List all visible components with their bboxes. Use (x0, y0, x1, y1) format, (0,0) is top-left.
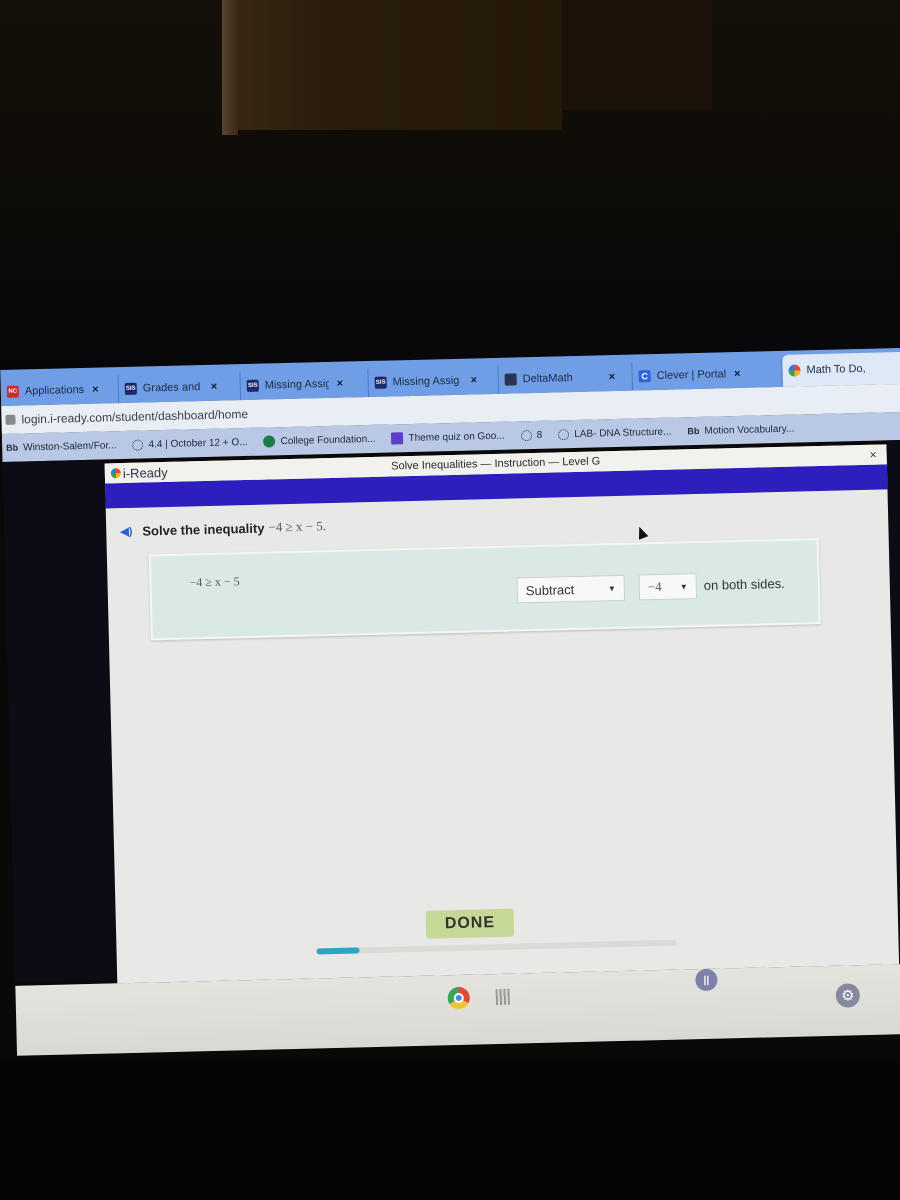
photo-background-wall (562, 0, 712, 110)
bookmark-label: LAB- DNA Structure... (574, 426, 672, 440)
close-tab-icon[interactable]: × (734, 368, 741, 380)
browser-tab[interactable]: C Clever | Portal × (632, 358, 783, 391)
blackboard-icon: Bb (687, 425, 700, 437)
browser-tab[interactable]: SIS Grades and At × (118, 372, 242, 404)
close-tab-icon[interactable]: × (609, 371, 616, 383)
clever-icon: C (638, 370, 651, 383)
caret-down-icon: ▼ (607, 583, 616, 593)
bookmark-label: Winston-Salem/For... (23, 439, 117, 453)
browser-tab[interactable]: DeltaMath × (498, 362, 633, 394)
loading-icon (520, 429, 532, 441)
close-tab-icon[interactable]: × (211, 381, 218, 393)
question-prompt: ◀) Solve the inequality −4 ≥ x − 5. (120, 518, 326, 539)
bookmark-label: Motion Vocabulary... (704, 423, 795, 437)
value-dropdown-value: −4 (647, 578, 662, 595)
tab-label: Missing Assig (392, 374, 460, 389)
blackboard-icon: Bb (6, 442, 19, 453)
deltamath-icon (504, 373, 517, 386)
browser-tab[interactable]: SIS Missing Assig × (240, 369, 370, 401)
close-tab-icon[interactable]: × (337, 378, 344, 390)
page-left-margin (2, 459, 118, 982)
iready-lesson: i-Ready Solve Inequalities — Instruction… (104, 444, 900, 984)
browser-tab[interactable]: SIS Missing Assig × (368, 365, 500, 397)
sis-icon: SIS (124, 382, 137, 395)
photo-background-bottom (0, 1060, 900, 1200)
page-info-icon[interactable] (5, 414, 16, 425)
tab-label: Missing Assig (264, 377, 329, 392)
pause-icon[interactable]: || (695, 968, 718, 992)
photo-background-door-edge (222, 0, 238, 135)
bookmark-item[interactable]: LAB- DNA Structure... (558, 426, 672, 440)
loading-icon (132, 439, 144, 451)
bookmark-item[interactable]: 4.4 | October 12 + O... (132, 436, 248, 451)
lesson-progress-bar (316, 939, 677, 955)
question-math: −4 ≥ x − 5. (268, 518, 327, 535)
photo-background-door (222, 0, 562, 130)
work-step-box: −4 ≥ x − 5 Subtract ▼ −4 ▼ on both sides… (148, 538, 821, 641)
settings-gear-icon[interactable]: ⚙ (835, 983, 861, 1008)
close-lesson-button[interactable]: × (869, 448, 876, 462)
bookmark-label: College Foundation... (280, 433, 376, 447)
tab-label: Math To Do, (806, 362, 866, 377)
caret-down-icon: ▼ (679, 581, 688, 591)
forms-icon (391, 432, 404, 445)
laptop-screen: NC Applications × SIS Grades and At × SI… (0, 336, 900, 1078)
step-suffix: on both sides. (703, 575, 785, 593)
bookmark-item[interactable]: College Foundation... (263, 433, 376, 448)
loading-icon (558, 428, 570, 440)
lesson-progress-fill (316, 947, 360, 955)
sis-icon: SIS (374, 376, 387, 389)
chrome-icon[interactable] (447, 986, 471, 1010)
tab-label: DeltaMath (522, 372, 573, 386)
speaker-icon[interactable]: ◀) (120, 524, 132, 537)
bookmark-item[interactable]: Bb Motion Vocabulary... (687, 423, 794, 437)
value-dropdown[interactable]: −4 ▼ (638, 573, 698, 601)
nc-icon: NC (6, 385, 19, 398)
bookmark-item[interactable]: Bb Winston-Salem/For... (6, 440, 117, 454)
qr-app-icon[interactable] (495, 988, 510, 1006)
done-button[interactable]: DONE (425, 908, 515, 939)
operation-dropdown[interactable]: Subtract ▼ (516, 574, 626, 604)
question-text: Solve the inequality (142, 520, 265, 539)
work-equation: −4 ≥ x − 5 (189, 574, 240, 590)
iready-icon (788, 364, 801, 377)
bookmark-item[interactable]: 8 (520, 429, 543, 441)
close-tab-icon[interactable]: × (471, 374, 478, 386)
close-tab-icon[interactable]: × (92, 384, 99, 396)
bookmark-label: 4.4 | October 12 + O... (148, 436, 248, 450)
browser-tab-active[interactable]: Math To Do, (782, 351, 900, 387)
mouse-cursor-icon (634, 524, 649, 540)
bookmark-label: Theme quiz on Goo... (408, 430, 505, 444)
bookmark-item[interactable]: Theme quiz on Goo... (391, 430, 505, 445)
url-text[interactable]: login.i-ready.com/student/dashboard/home (21, 407, 248, 427)
cfnc-icon (263, 435, 276, 448)
sis-icon: SIS (246, 379, 259, 392)
tab-label: Grades and At (142, 381, 203, 395)
bookmark-label: 8 (536, 429, 543, 441)
tab-label: Clever | Portal (656, 368, 727, 382)
tab-label: Applications (24, 383, 85, 398)
browser-tab[interactable]: NC Applications × (0, 375, 120, 406)
operation-dropdown-value: Subtract (525, 581, 575, 598)
